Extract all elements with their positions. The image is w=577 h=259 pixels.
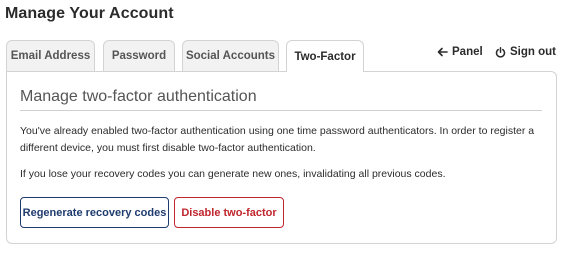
sign-out-link[interactable]: Sign out — [495, 46, 556, 58]
panel-link[interactable]: Panel — [437, 46, 483, 58]
two-factor-panel: Manage two-factor authentication You've … — [6, 71, 557, 244]
sign-out-link-label: Sign out — [510, 46, 556, 58]
disable-two-factor-button[interactable]: Disable two-factor — [174, 197, 284, 228]
recovery-codes-text: If you lose your recovery codes you can … — [20, 168, 446, 180]
arrow-left-icon — [437, 47, 448, 57]
power-icon — [495, 46, 506, 58]
panel-link-label: Panel — [452, 46, 483, 58]
tab-two-factor[interactable]: Two-Factor — [286, 40, 364, 72]
section-divider — [20, 110, 542, 111]
section-title: Manage two-factor authentication — [20, 88, 257, 105]
regenerate-recovery-codes-button[interactable]: Regenerate recovery codes — [20, 197, 169, 228]
two-factor-status-text: You've already enabled two-factor authen… — [20, 125, 535, 154]
page-title: Manage Your Account — [5, 5, 174, 22]
